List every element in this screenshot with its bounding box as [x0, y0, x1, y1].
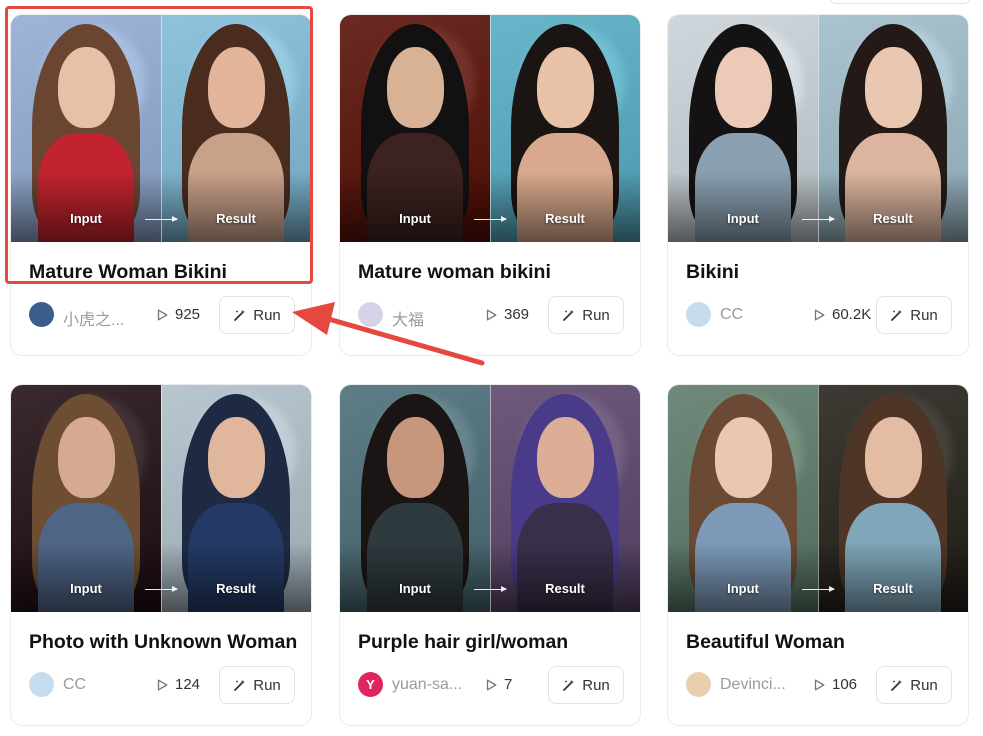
play-count-value: 7	[504, 676, 513, 693]
workflow-card[interactable]: Input Result Mature woman bikini 大福 369	[339, 14, 641, 356]
card-title[interactable]: Mature Woman Bikini	[29, 261, 299, 284]
before-after-thumbnail[interactable]: Input Result	[668, 385, 968, 612]
author-avatar[interactable]	[686, 302, 711, 327]
card-meta: CC 60.2K Run	[686, 296, 952, 334]
input-label: Input	[727, 581, 759, 596]
author-avatar[interactable]	[686, 672, 711, 697]
workflow-card[interactable]: Input Result Beautiful Woman Devinci... …	[667, 384, 969, 726]
workflow-card[interactable]: Input Result Photo with Unknown Woman CC…	[10, 384, 312, 726]
run-button-label: Run	[582, 306, 610, 324]
image-divider	[161, 15, 162, 242]
author-avatar[interactable]	[29, 302, 54, 327]
card-meta: Y yuan-sa... 7 Run	[358, 666, 624, 704]
author-name[interactable]: CC	[720, 306, 798, 324]
play-icon	[157, 309, 168, 320]
author-avatar[interactable]: Y	[358, 672, 383, 697]
result-label: Result	[545, 581, 585, 596]
card-title[interactable]: Purple hair girl/woman	[358, 631, 628, 654]
image-divider	[818, 15, 819, 242]
before-after-thumbnail[interactable]: Input Result	[340, 15, 640, 242]
play-count: 124	[157, 676, 200, 693]
before-after-thumbnail[interactable]: Input Result	[11, 15, 311, 242]
magic-wand-icon	[234, 309, 246, 321]
run-button-label: Run	[910, 306, 938, 324]
workflow-card[interactable]: Input Result Bikini CC 60.2K Run	[667, 14, 969, 356]
result-label: Result	[216, 581, 256, 596]
author-name[interactable]: CC	[63, 676, 141, 694]
card-meta: 小虎之... 925 Run	[29, 296, 295, 334]
play-icon	[486, 679, 497, 690]
run-button[interactable]: Run	[548, 296, 624, 334]
input-label: Input	[70, 211, 102, 226]
card-title[interactable]: Mature woman bikini	[358, 261, 628, 284]
magic-wand-icon	[891, 679, 903, 691]
result-label: Result	[873, 581, 913, 596]
play-count-value: 124	[175, 676, 201, 693]
play-count-value: 369	[504, 306, 530, 323]
play-count: 106	[814, 676, 857, 693]
play-count: 60.2K	[814, 306, 871, 323]
play-count-value: 60.2K	[832, 306, 872, 323]
run-button[interactable]: Run	[219, 666, 295, 704]
run-button-label: Run	[582, 676, 610, 694]
play-count-value: 106	[832, 676, 858, 693]
author-name[interactable]: Devinci...	[720, 676, 798, 694]
play-count-value: 925	[175, 306, 201, 323]
card-title[interactable]: Beautiful Woman	[686, 631, 956, 654]
play-icon	[486, 309, 497, 320]
card-title[interactable]: Photo with Unknown Woman	[29, 631, 299, 654]
partial-element-top	[830, 0, 970, 4]
play-icon	[814, 679, 825, 690]
image-divider	[490, 385, 491, 612]
author-avatar[interactable]	[358, 302, 383, 327]
play-count: 925	[157, 306, 200, 323]
input-label: Input	[399, 581, 431, 596]
image-divider	[161, 385, 162, 612]
author-name[interactable]: yuan-sa...	[392, 676, 470, 694]
magic-wand-icon	[563, 679, 575, 691]
card-meta: Devinci... 106 Run	[686, 666, 952, 704]
image-divider	[818, 385, 819, 612]
input-label: Input	[399, 211, 431, 226]
workflow-card[interactable]: Input Result Purple hair girl/woman Y yu…	[339, 384, 641, 726]
run-button-label: Run	[253, 306, 281, 324]
card-meta: 大福 369 Run	[358, 296, 624, 334]
run-button[interactable]: Run	[548, 666, 624, 704]
before-after-thumbnail[interactable]: Input Result	[11, 385, 311, 612]
magic-wand-icon	[563, 309, 575, 321]
input-label: Input	[70, 581, 102, 596]
magic-wand-icon	[891, 309, 903, 321]
result-label: Result	[545, 211, 585, 226]
magic-wand-icon	[234, 679, 246, 691]
input-label: Input	[727, 211, 759, 226]
before-after-thumbnail[interactable]: Input Result	[668, 15, 968, 242]
avatar-letter: Y	[366, 677, 375, 692]
author-avatar[interactable]	[29, 672, 54, 697]
result-label: Result	[216, 211, 256, 226]
play-icon	[814, 309, 825, 320]
workflow-grid: Input Result Mature Woman Bikini 小虎之... …	[0, 0, 983, 736]
play-count: 369	[486, 306, 529, 323]
author-name[interactable]: 大福	[392, 306, 470, 330]
run-button-label: Run	[910, 676, 938, 694]
run-button[interactable]: Run	[219, 296, 295, 334]
image-divider	[490, 15, 491, 242]
result-label: Result	[873, 211, 913, 226]
before-after-thumbnail[interactable]: Input Result	[340, 385, 640, 612]
workflow-card[interactable]: Input Result Mature Woman Bikini 小虎之... …	[10, 14, 312, 356]
card-meta: CC 124 Run	[29, 666, 295, 704]
play-icon	[157, 679, 168, 690]
run-button[interactable]: Run	[876, 666, 952, 704]
run-button-label: Run	[253, 676, 281, 694]
run-button[interactable]: Run	[876, 296, 952, 334]
play-count: 7	[486, 676, 512, 693]
card-title[interactable]: Bikini	[686, 261, 956, 284]
author-name[interactable]: 小虎之...	[63, 306, 141, 330]
